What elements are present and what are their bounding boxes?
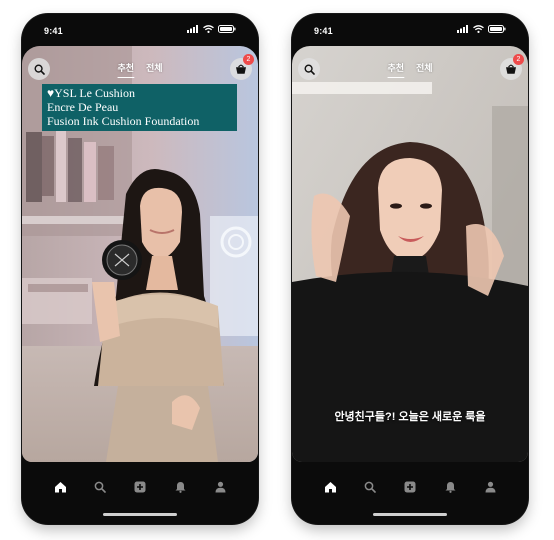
phone-mockup-left: 9:41 추천 전체 2 ♥YSL Le Cushion Encre De Pe… bbox=[22, 14, 258, 524]
nav-create[interactable] bbox=[130, 477, 150, 497]
search-icon bbox=[364, 481, 376, 493]
nav-profile[interactable] bbox=[480, 477, 500, 497]
nav-search[interactable] bbox=[360, 477, 380, 497]
bell-icon bbox=[445, 482, 455, 493]
nav-notifications[interactable] bbox=[170, 477, 190, 497]
home-indicator bbox=[103, 513, 177, 516]
search-button[interactable] bbox=[28, 58, 50, 80]
product-caption: ♥YSL Le Cushion Encre De Peau Fusion Ink… bbox=[42, 84, 237, 131]
battery-icon bbox=[218, 25, 236, 33]
nav-profile[interactable] bbox=[210, 477, 230, 497]
tab-recommended[interactable]: 추천 bbox=[117, 61, 134, 78]
caption-line-3: Fusion Ink Cushion Foundation bbox=[47, 114, 200, 128]
video-screen[interactable]: 추천 전체 2 ♥YSL Le Cushion Encre De Peau Fu… bbox=[22, 46, 258, 462]
status-time: 9:41 bbox=[44, 26, 63, 36]
cart-icon bbox=[506, 64, 516, 74]
search-icon bbox=[303, 63, 315, 75]
video-subtitle: 안녕친구들?! 오늘은 새로운 룩을 bbox=[334, 411, 486, 423]
signal-icon bbox=[187, 25, 198, 33]
home-indicator bbox=[373, 513, 447, 516]
cart-badge: 2 bbox=[513, 54, 524, 65]
bell-icon bbox=[175, 482, 185, 493]
feed-tabs: 추천 전체 bbox=[387, 61, 433, 78]
video-frame-2 bbox=[292, 46, 528, 462]
phone-mockup-right: 9:41 추천 전체 2 안녕친구들?! 오늘은 새로운 룩을 bbox=[292, 14, 528, 524]
tab-recommended[interactable]: 추천 bbox=[387, 61, 404, 78]
status-icons bbox=[457, 25, 506, 33]
feed-tabs: 추천 전체 bbox=[117, 61, 163, 78]
status-icons bbox=[187, 25, 236, 33]
status-bar: 9:41 bbox=[22, 14, 258, 46]
bottom-nav bbox=[292, 474, 528, 500]
wifi-icon bbox=[203, 25, 214, 33]
battery-icon bbox=[488, 25, 506, 33]
nav-create[interactable] bbox=[400, 477, 420, 497]
tab-all[interactable]: 전체 bbox=[146, 61, 163, 78]
cart-badge: 2 bbox=[243, 54, 254, 65]
app-showcase: 9:41 추천 전체 2 ♥YSL Le Cushion Encre De Pe… bbox=[0, 0, 554, 540]
search-button[interactable] bbox=[298, 58, 320, 80]
search-icon bbox=[33, 63, 45, 75]
nav-home[interactable] bbox=[320, 477, 340, 497]
cart-icon bbox=[236, 64, 246, 74]
bottom-nav bbox=[22, 474, 258, 500]
home-icon bbox=[324, 482, 336, 493]
caption-line-1: ♥YSL Le Cushion bbox=[47, 86, 136, 100]
cart-button[interactable]: 2 bbox=[230, 54, 254, 80]
profile-icon bbox=[215, 481, 225, 493]
search-icon bbox=[94, 481, 106, 493]
status-bar: 9:41 bbox=[292, 14, 528, 46]
plus-square-icon bbox=[404, 481, 416, 493]
status-time: 9:41 bbox=[314, 26, 333, 36]
nav-search[interactable] bbox=[90, 477, 110, 497]
cart-button[interactable]: 2 bbox=[500, 54, 524, 80]
video-screen[interactable]: 추천 전체 2 안녕친구들?! 오늘은 새로운 룩을 bbox=[292, 46, 528, 462]
nav-home[interactable] bbox=[50, 477, 70, 497]
plus-square-icon bbox=[134, 481, 146, 493]
nav-notifications[interactable] bbox=[440, 477, 460, 497]
wifi-icon bbox=[473, 25, 484, 33]
home-icon bbox=[54, 482, 66, 493]
tab-all[interactable]: 전체 bbox=[416, 61, 433, 78]
signal-icon bbox=[457, 25, 468, 33]
profile-icon bbox=[485, 481, 495, 493]
caption-line-2: Encre De Peau bbox=[47, 100, 119, 114]
top-bar: 추천 전체 2 bbox=[292, 54, 528, 80]
top-bar: 추천 전체 2 bbox=[22, 54, 258, 80]
